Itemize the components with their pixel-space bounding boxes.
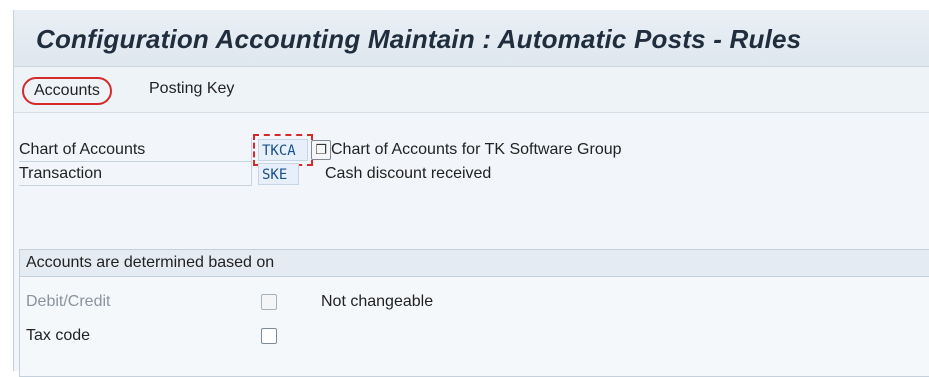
chart-of-accounts-description: Chart of Accounts for TK Software Group — [331, 141, 622, 158]
debit-credit-checkbox — [261, 294, 277, 310]
transaction-row: Transaction SKE Cash discount received — [19, 162, 919, 186]
group-title: Accounts are determined based on — [20, 250, 929, 277]
app-window: Configuration Accounting Maintain : Auto… — [13, 10, 929, 377]
chart-of-accounts-row: Chart of Accounts TKCA ❐ Chart of Accoun… — [19, 134, 919, 166]
posting-key-button[interactable]: Posting Key — [149, 80, 234, 98]
transaction-description: Cash discount received — [325, 165, 492, 182]
accounts-button[interactable]: Accounts — [22, 77, 112, 105]
debit-credit-label: Debit/Credit — [26, 293, 111, 310]
application-toolbar: Accounts Posting Key — [14, 67, 929, 113]
transaction-label: Transaction — [19, 162, 252, 186]
debit-credit-note: Not changeable — [321, 293, 434, 310]
chart-of-accounts-label: Chart of Accounts — [19, 138, 252, 162]
value-help-icon[interactable]: ❐ — [311, 140, 331, 160]
tax-code-checkbox[interactable] — [261, 328, 277, 344]
account-determination-group: Accounts are determined based on Debit/C… — [19, 249, 929, 377]
main-content: Chart of Accounts TKCA ❐ Chart of Accoun… — [14, 113, 929, 377]
title-bar: Configuration Accounting Maintain : Auto… — [14, 10, 929, 67]
transaction-input[interactable]: SKE — [258, 163, 299, 185]
tax-code-label: Tax code — [26, 327, 91, 344]
page-title: Configuration Accounting Maintain : Auto… — [36, 24, 802, 54]
